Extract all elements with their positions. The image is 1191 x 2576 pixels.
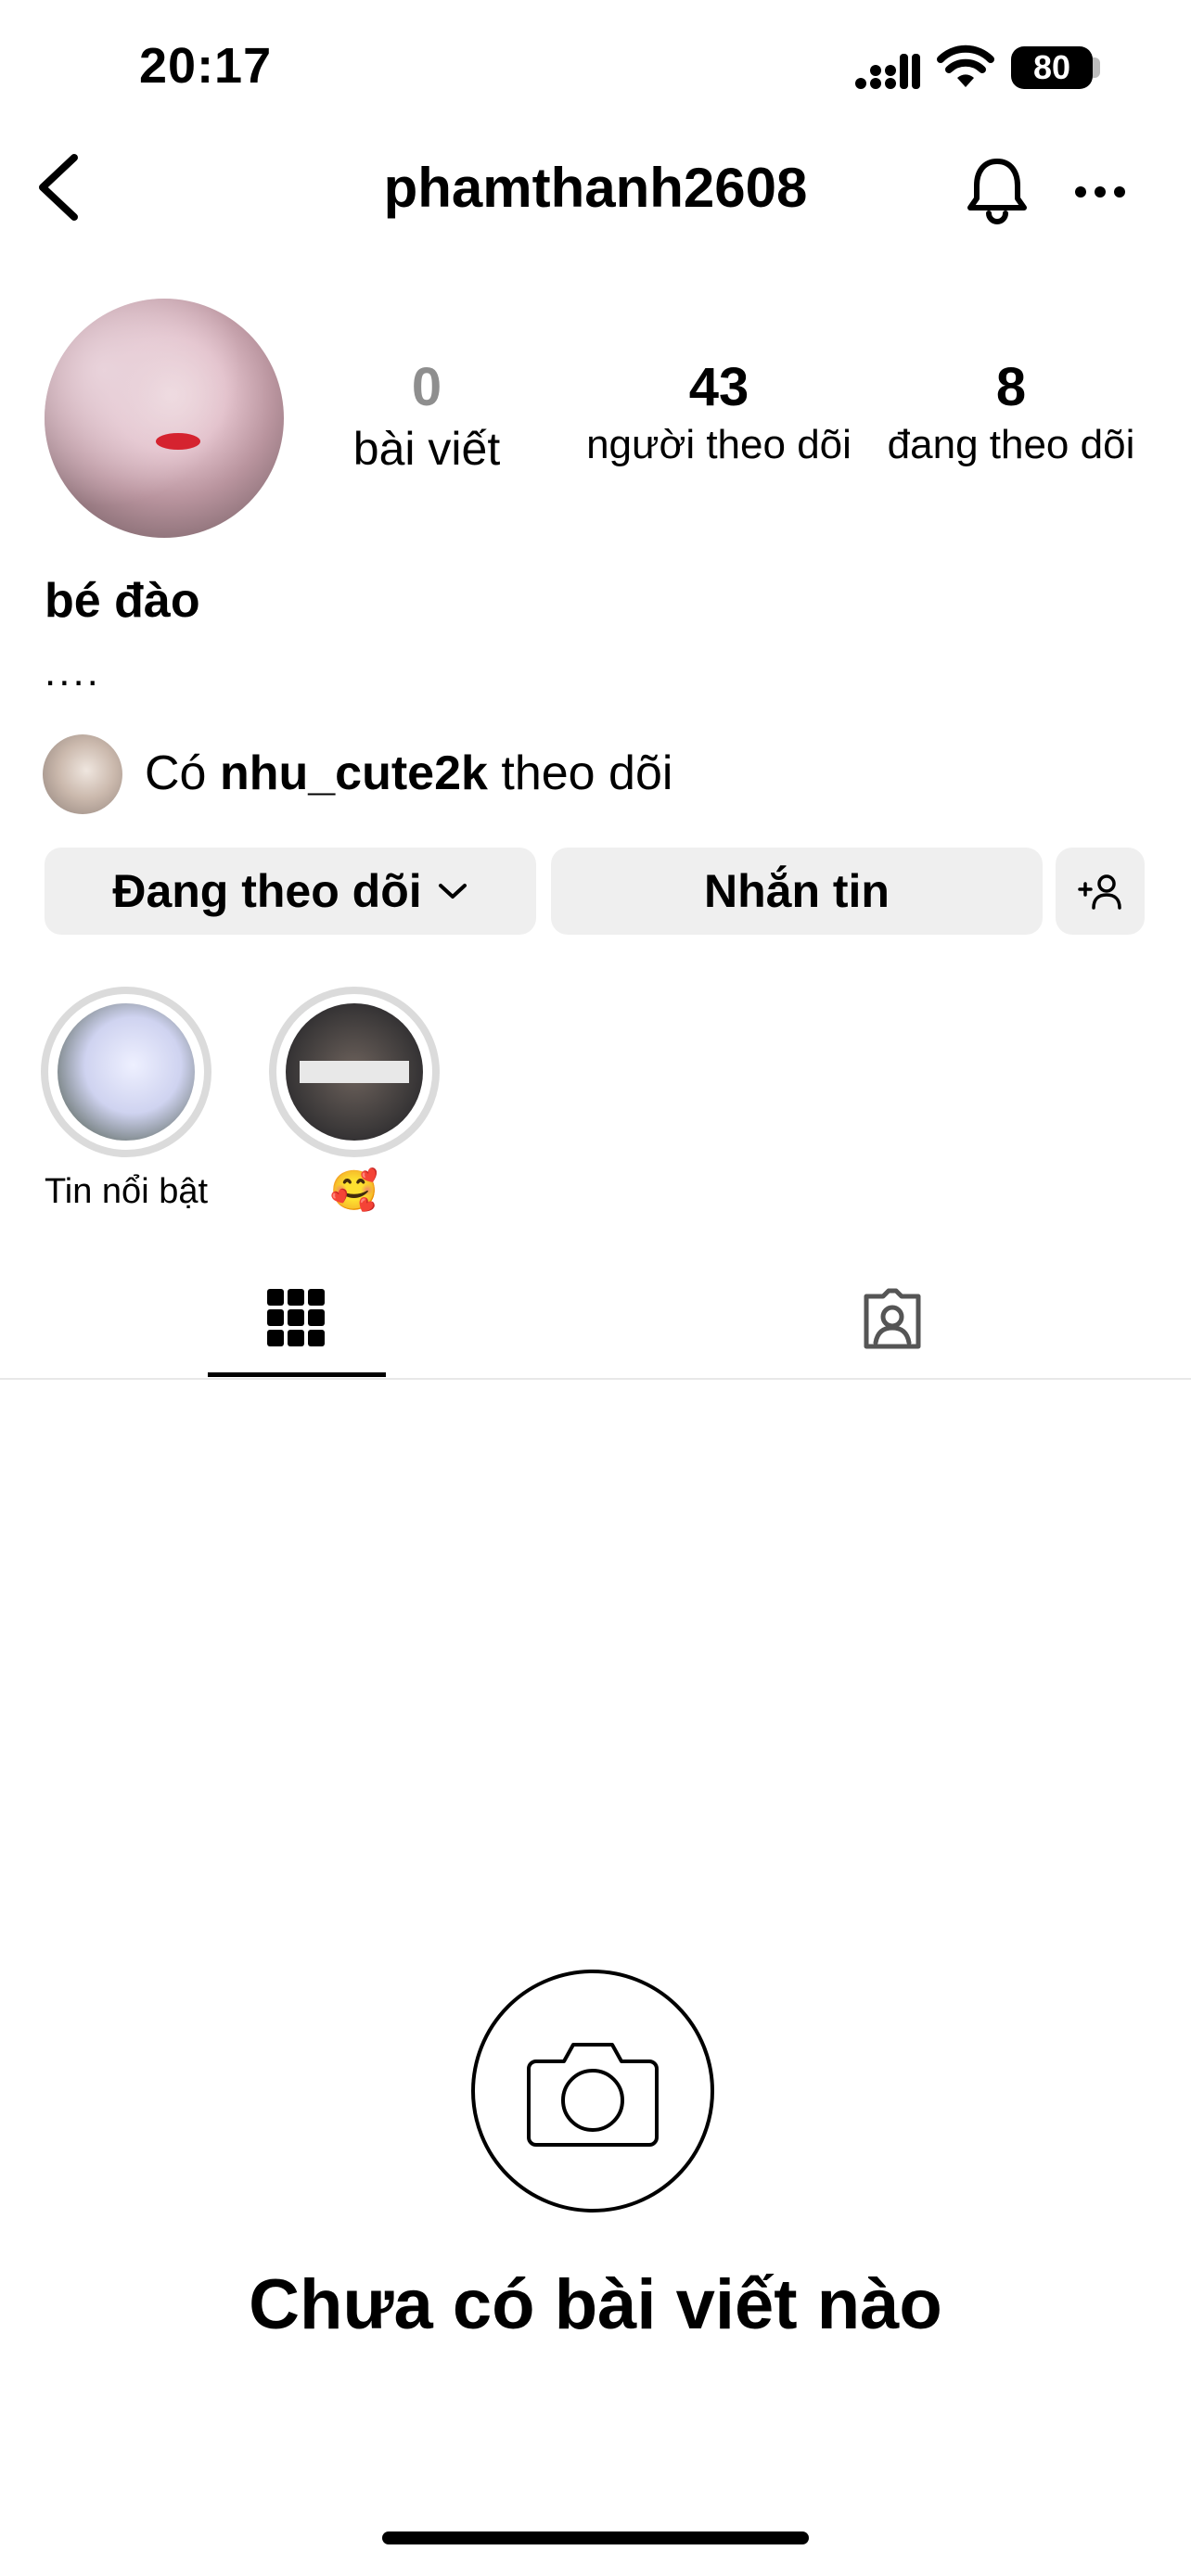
highlight-cover xyxy=(286,1003,423,1141)
mutual-username[interactable]: nhu_cute2k xyxy=(220,746,488,800)
battery-indicator: 80 xyxy=(1011,46,1093,89)
highlight-cover xyxy=(58,1003,195,1141)
profile-avatar[interactable] xyxy=(45,299,284,538)
home-indicator[interactable] xyxy=(382,2531,809,2544)
followers-label: người theo dõi xyxy=(586,422,852,467)
mutual-suffix: theo dõi xyxy=(501,746,673,800)
posts-label: bài viết xyxy=(352,423,501,475)
highlight-item[interactable] xyxy=(41,987,211,1157)
wifi-icon xyxy=(937,45,994,87)
following-button[interactable]: Đang theo dõi xyxy=(45,848,536,935)
mutual-followers-text[interactable]: Có nhu_cute2k theo dõi xyxy=(145,746,672,801)
avatar-photo-detail xyxy=(156,433,200,450)
battery-tip xyxy=(1093,57,1100,78)
tagged-icon[interactable] xyxy=(861,1287,924,1350)
mutual-follower-avatar[interactable] xyxy=(43,734,122,814)
display-name: bé đào xyxy=(45,574,200,628)
camera-icon xyxy=(527,2043,659,2147)
following-button-label: Đang theo dõi xyxy=(112,865,422,917)
highlight-item[interactable] xyxy=(269,987,440,1157)
bell-icon[interactable] xyxy=(965,156,1030,224)
chevron-down-icon xyxy=(438,884,467,899)
empty-state-circle xyxy=(471,1970,714,2213)
message-button[interactable]: Nhắn tin xyxy=(551,848,1043,935)
mutual-prefix: Có xyxy=(145,746,207,800)
active-tab-indicator xyxy=(208,1372,386,1377)
following-stat[interactable]: 8 đang theo dõi xyxy=(872,356,1150,468)
suggested-users-button[interactable] xyxy=(1056,848,1145,935)
highlight-cover-caption-strip xyxy=(299,1061,410,1083)
following-count: 8 xyxy=(995,357,1027,417)
more-options-icon[interactable] xyxy=(1074,185,1126,198)
tab-divider xyxy=(0,1378,1191,1380)
followers-count: 43 xyxy=(688,357,749,417)
following-label: đang theo dõi xyxy=(887,422,1135,467)
add-user-icon xyxy=(1078,874,1121,910)
posts-count: 0 xyxy=(411,357,442,417)
empty-state-title: Chưa có bài viết nào xyxy=(249,2265,942,2344)
posts-stat: 0 bài viết xyxy=(334,356,519,476)
grid-icon[interactable] xyxy=(267,1289,325,1346)
avatar-photo-highlight xyxy=(45,299,284,538)
cellular-signal-icon xyxy=(855,54,920,89)
highlight-label: Tin nổi bật xyxy=(44,1172,209,1211)
message-button-label: Nhắn tin xyxy=(704,865,890,917)
profile-bio: .... xyxy=(45,649,101,695)
followers-stat[interactable]: 43 người theo dõi xyxy=(575,356,863,468)
highlight-label: 🥰 xyxy=(329,1168,379,1212)
status-time: 20:17 xyxy=(139,38,273,94)
